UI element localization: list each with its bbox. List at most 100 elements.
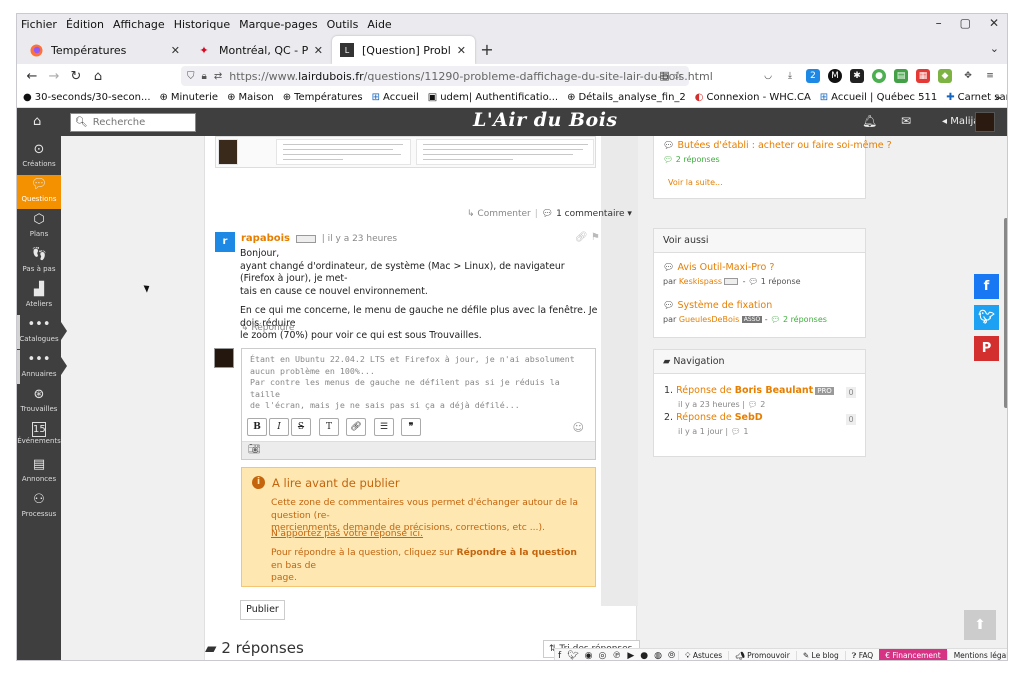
bookmark-item[interactable]: ⊞ Accueil | Québec 511 xyxy=(820,92,937,103)
menu-edition[interactable]: Édition xyxy=(66,18,104,31)
sidebar-item-pas-a-pas[interactable]: 👣︎ Pas à pas xyxy=(17,245,61,279)
sidebar-item-questions[interactable]: 💬︎ Questions xyxy=(17,175,61,209)
quote-button[interactable]: ❞ xyxy=(401,418,421,436)
comment-action[interactable]: ↳ Commenter xyxy=(467,209,531,219)
menu-aide[interactable]: Aide xyxy=(367,18,391,31)
bold-button[interactable]: B xyxy=(247,418,267,436)
pinterest-share-icon[interactable]: P xyxy=(974,336,999,361)
search-input[interactable] xyxy=(92,117,193,128)
extension-badge-icon[interactable]: 2 xyxy=(806,69,820,83)
url-bar[interactable]: ⛉ 🔒︎ ⇄ https://www.lairdubois.fr/questio… xyxy=(181,66,713,86)
sidebar-item-processus[interactable]: ⚇ Processus xyxy=(17,490,61,524)
thumbnail-image[interactable] xyxy=(416,139,594,165)
sidebar-item-catalogues[interactable]: ••• Catalogues xyxy=(17,315,67,349)
bookmark-item[interactable]: ⊕ Minuterie xyxy=(160,92,219,103)
tab-close-icon[interactable]: ✕ xyxy=(457,44,466,57)
publish-button[interactable]: Publier xyxy=(240,600,285,620)
sidebar-item-trouvailles[interactable]: ⊛ Trouvailles xyxy=(17,385,61,419)
rss-icon[interactable]: ⦾ xyxy=(668,651,675,661)
forward-icon[interactable]: → xyxy=(43,69,65,84)
sidebar-item-annonces[interactable]: ▤ Annonces xyxy=(17,455,61,489)
sidebar-item-plans[interactable]: ⬡ Plans xyxy=(17,210,61,244)
home-icon[interactable]: ⌂ xyxy=(87,69,109,84)
download-icon[interactable]: ⤓ xyxy=(783,69,797,83)
nav-answer-link[interactable]: 2. Réponse de SebD xyxy=(664,412,763,423)
see-also-link[interactable]: 💬︎ Système de fixation xyxy=(663,300,772,311)
minimize-icon[interactable]: – xyxy=(936,16,942,30)
sidebar-item-creations[interactable]: ⊙ Créations xyxy=(17,140,61,174)
reader-star-icons[interactable]: ▤ ☆ xyxy=(659,69,683,82)
strike-button[interactable]: S xyxy=(291,418,311,436)
extension-shield-icon[interactable]: ◆ xyxy=(938,69,952,83)
back-to-top-button[interactable]: ⬆ xyxy=(964,610,996,640)
bookmark-item[interactable]: ● 30-seconds/30-secon... xyxy=(23,92,151,103)
extension-red-icon[interactable]: ▦ xyxy=(916,69,930,83)
github-icon[interactable]: ● xyxy=(640,651,648,661)
maximize-icon[interactable]: ▢ xyxy=(960,16,971,30)
scrollbar-thumb[interactable] xyxy=(1004,218,1007,408)
thumbnail-image[interactable] xyxy=(276,139,411,165)
footer-astuces[interactable]: 💡︎ Astuces xyxy=(678,650,728,660)
facebook-icon[interactable]: f xyxy=(558,651,561,661)
user-avatar[interactable] xyxy=(975,112,995,132)
sidebar-item-annuaires[interactable]: ••• Annuaires xyxy=(17,350,67,384)
footer-faq[interactable]: ❓︎ FAQ xyxy=(844,650,879,660)
reload-icon[interactable]: ↻ xyxy=(65,69,87,84)
footer-promouvoir[interactable]: 📣︎ Promouvoir xyxy=(728,651,796,660)
facebook-share-icon[interactable]: f xyxy=(974,274,999,299)
mastodon-icon[interactable]: ◉ xyxy=(585,651,593,661)
list-button[interactable]: ☰ xyxy=(374,418,394,436)
comment-textarea[interactable]: Étant en Ubuntu 22.04.2 LTS et Firefox à… xyxy=(250,354,590,412)
twitter-icon[interactable]: 🐦︎ xyxy=(567,651,578,661)
back-icon[interactable]: ← xyxy=(21,69,43,84)
pinterest-icon[interactable]: ℗ xyxy=(612,651,621,661)
site-search[interactable]: 🔍︎ xyxy=(70,113,196,132)
menu-affichage[interactable]: Affichage xyxy=(113,18,165,31)
sidebar-item-ateliers[interactable]: ▟ Ateliers xyxy=(17,280,61,314)
link-icon[interactable]: 🔗︎ xyxy=(575,232,588,243)
discord-icon[interactable]: ◍ xyxy=(654,651,662,661)
extension-globe-icon[interactable]: ● xyxy=(872,69,886,83)
menu-hamburger-icon[interactable]: ≡ xyxy=(983,69,997,83)
extension-printer-icon[interactable]: ▤ xyxy=(894,69,908,83)
menu-historique[interactable]: Historique xyxy=(174,18,230,31)
site-home-icon[interactable]: ⌂ xyxy=(33,114,41,129)
footer-financement[interactable]: € Financement xyxy=(879,648,947,660)
flag-icon[interactable]: ⚑ xyxy=(591,232,600,243)
tab-temperatures[interactable]: Températures ✕ xyxy=(21,36,189,64)
bookmarks-overflow-icon[interactable]: » xyxy=(994,91,1001,104)
menu-fichier[interactable]: Fichier xyxy=(21,18,57,31)
comment-count-toggle[interactable]: 💬︎ 1 commentaire ▾ xyxy=(542,209,632,219)
thumbnail-image[interactable] xyxy=(218,139,238,165)
pocket-icon[interactable]: ◡ xyxy=(761,69,775,83)
bookmark-item[interactable]: ◐ Connexion - WHC.CA xyxy=(695,92,811,103)
extensions-puzzle-icon[interactable]: ✥ xyxy=(961,69,975,83)
instagram-icon[interactable]: ◎ xyxy=(598,651,606,661)
tab-question[interactable]: L [Question] Problème d'af ✕ xyxy=(332,36,475,64)
see-more-link[interactable]: Voir la suite... xyxy=(668,178,723,187)
close-window-icon[interactable]: ✕ xyxy=(989,16,999,30)
messages-icon[interactable]: ✉ xyxy=(901,114,911,128)
footer-blog[interactable]: ✎ Le blog xyxy=(795,651,845,660)
bookmark-item[interactable]: ⊞ Accueil xyxy=(372,92,419,103)
italic-button[interactable]: I xyxy=(269,418,289,436)
extension-gear-icon[interactable]: ✱ xyxy=(850,69,864,83)
bookmark-item[interactable]: ▣ udem| Authentificatio... xyxy=(428,92,558,103)
bookmark-item[interactable]: ⊕ Détails_analyse_fin_2 xyxy=(567,92,686,103)
link-button[interactable]: 🔗︎ xyxy=(346,418,366,436)
site-logo[interactable]: L'Air du Bois xyxy=(473,109,618,131)
lock-icon[interactable]: 🔒︎ xyxy=(202,71,207,82)
camera-icon[interactable]: 📷︎ xyxy=(248,444,261,455)
shield-icon[interactable]: ⛉ xyxy=(187,71,195,82)
bookmark-item[interactable]: ⊕ Températures xyxy=(283,92,363,103)
nav-answer-link[interactable]: 1. Réponse de Boris Beaulant PRO xyxy=(664,385,834,396)
tab-close-icon[interactable]: ✕ xyxy=(171,44,180,57)
comment-editor[interactable]: Étant en Ubuntu 22.04.2 LTS et Firefox à… xyxy=(241,348,596,460)
permissions-icon[interactable]: ⇄ xyxy=(214,71,222,82)
extension-m-icon[interactable]: M xyxy=(828,69,842,83)
tab-list-icon[interactable]: ⌄ xyxy=(990,42,999,55)
page-scrollbar[interactable] xyxy=(1003,136,1007,660)
sidebar-item-evenements[interactable]: 15 Événements xyxy=(17,420,61,454)
tab-montreal[interactable]: ✦ Montréal, QC - Prévision ✕ xyxy=(189,36,332,64)
related-question-link[interactable]: 💬︎ Butées d'établi : acheter ou faire soi… xyxy=(663,140,892,151)
